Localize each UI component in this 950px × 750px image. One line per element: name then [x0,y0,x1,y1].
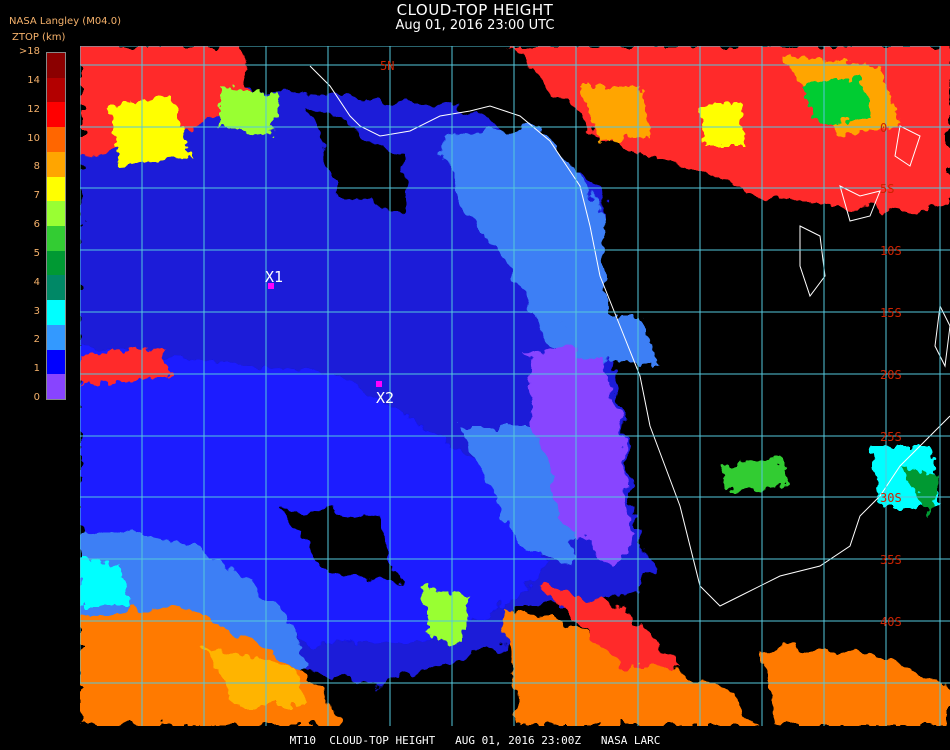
color-scale-tick-label: 5 [33,247,40,259]
color-scale-segment [47,77,65,103]
color-scale-segment [47,374,65,400]
marker-x2-label: X2 [376,389,394,407]
units-label: ZTOP (km) [12,32,66,43]
color-scale-bar [46,52,66,400]
lat-label-15s: 15S [880,306,902,320]
color-scale-tick-label: 3 [33,305,40,317]
lat-label-10s: 10S [880,244,902,258]
color-scale-tick-label: 1 [33,363,40,375]
lat-label-5n: 5N [380,59,394,73]
organization-label: NASA Langley (M04.0) [9,16,121,27]
color-scale-segment [47,127,65,153]
color-scale-segment [47,226,65,251]
color-scale-tick-label: 0 [33,392,40,403]
lat-label-0: 0 [880,121,887,135]
lat-label-30s: 30S [880,491,902,505]
color-scale-segment [47,275,65,301]
color-scale-tick-label: >18 [18,46,40,57]
lat-label-5s: 5S [880,182,894,196]
color-scale-segment [47,349,65,375]
lat-label-25s: 25S [880,430,902,444]
color-scale-tick-label: 12 [27,103,40,115]
color-scale-tick-label: 2 [33,334,40,346]
color-scale-segment [47,201,65,227]
map-datetime: Aug 01, 2016 23:00 UTC [395,18,555,33]
lat-label-20s: 20S [880,368,902,382]
marker-x1-label: X1 [265,268,283,286]
color-scale-segment [47,300,65,326]
color-scale-segment [47,250,65,276]
map-title: CLOUD-TOP HEIGHT [396,1,554,19]
color-scale-tick-label: 6 [33,219,40,230]
lat-label-40s: 40S [880,615,902,629]
lat-label-35s: 35S [880,553,902,567]
marker-x2-point [376,381,382,387]
map-canvas: 5N 0 5S 10S 15S 20S 25S 30S 35S 40S X1 X… [79,45,950,726]
color-scale-tick-label: 7 [33,190,40,202]
color-scale-tick-label: 4 [33,276,40,288]
color-scale-tick-label: 10 [27,132,40,144]
color-scale-tick-label: 8 [33,161,40,173]
satellite-map[interactable]: 5N 0 5S 10S 15S 20S 25S 30S 35S 40S X1 X… [79,45,950,726]
color-scale-segment [47,176,65,202]
color-scale-segment [47,324,65,350]
color-scale-segment [47,53,65,78]
color-scale-segment [47,151,65,177]
footer-caption: MT10 CLOUD-TOP HEIGHT AUG 01, 2016 23:00… [289,734,661,747]
color-scale-tick-label: 14 [27,74,40,86]
color-scale-segment [47,102,65,128]
